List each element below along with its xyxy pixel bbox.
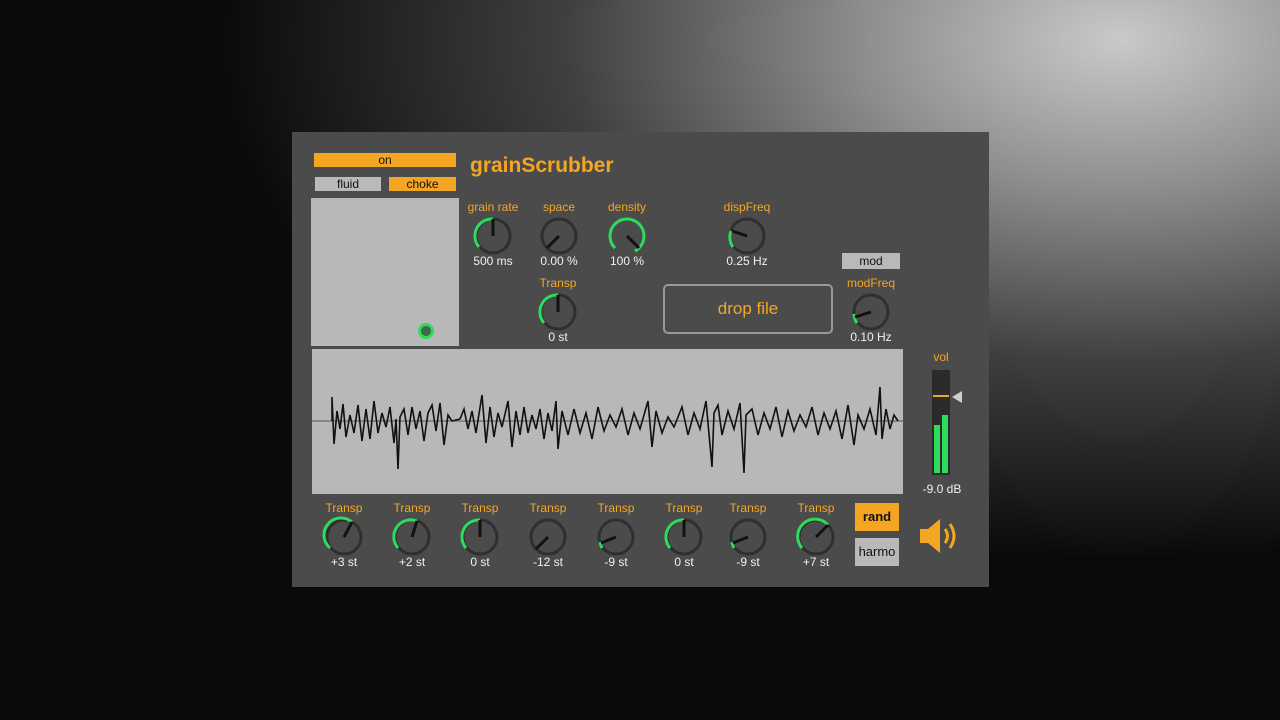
transp-value-1: +3 st	[330, 555, 358, 569]
transp-value-7: -9 st	[736, 555, 760, 569]
xy-pad-handle[interactable]	[418, 323, 434, 339]
transp-value-4: -12 st	[532, 555, 563, 569]
vol-meter[interactable]	[932, 370, 950, 475]
density-value: 100 %	[609, 254, 645, 268]
dispfreq-value: 0.25 Hz	[726, 254, 768, 268]
fluid-toggle[interactable]: fluid	[315, 177, 381, 191]
xy-pad[interactable]	[311, 198, 459, 346]
transp-knob-8[interactable]	[794, 515, 838, 559]
speaker-icon[interactable]	[918, 516, 962, 556]
modfreq-label: modFreq	[846, 276, 896, 290]
transp-label-6: Transp	[665, 501, 703, 515]
transp-value-5: -9 st	[604, 555, 628, 569]
transp-knob-7[interactable]	[726, 515, 770, 559]
app-title: grainScrubber	[470, 154, 614, 177]
transp-value-2: +2 st	[398, 555, 426, 569]
vol-value: -9.0 dB	[922, 482, 962, 496]
transp-knob-5[interactable]	[594, 515, 638, 559]
transp-label-8: Transp	[797, 501, 835, 515]
space-knob[interactable]	[537, 214, 581, 258]
grain-rate-label: grain rate	[467, 200, 519, 214]
modfreq-value: 0.10 Hz	[850, 330, 892, 344]
transp-label-1: Transp	[325, 501, 363, 515]
transp-value-3: 0 st	[470, 555, 490, 569]
waveform-display[interactable]	[312, 349, 903, 494]
grainscrubber-device: on fluid choke grainScrubber grain rate …	[292, 132, 989, 587]
mod-toggle[interactable]: mod	[842, 253, 900, 269]
grain-rate-value: 500 ms	[473, 254, 513, 268]
transp-knob-2[interactable]	[390, 515, 434, 559]
transp-knob-6[interactable]	[662, 515, 706, 559]
transp-label-4: Transp	[529, 501, 567, 515]
dispfreq-knob[interactable]	[725, 214, 769, 258]
transp-label-2: Transp	[393, 501, 431, 515]
choke-toggle[interactable]: choke	[389, 177, 456, 191]
transp-value-8: +7 st	[802, 555, 830, 569]
rand-button[interactable]: rand	[855, 503, 899, 531]
grain-rate-knob[interactable]	[471, 214, 515, 258]
transp-value-6: 0 st	[674, 555, 694, 569]
vol-label: vol	[933, 350, 949, 364]
vol-slider-arrow-icon[interactable]	[952, 390, 962, 408]
transp-knob[interactable]	[536, 290, 580, 334]
modfreq-knob[interactable]	[849, 290, 893, 334]
transp-label-3: Transp	[461, 501, 499, 515]
transp-knob-3[interactable]	[458, 515, 502, 559]
transp-label: Transp	[539, 276, 577, 290]
space-label: space	[542, 200, 576, 214]
transp-knob-1[interactable]	[322, 515, 366, 559]
transp-label-7: Transp	[729, 501, 767, 515]
transp-value: 0 st	[548, 330, 568, 344]
harmo-button[interactable]: harmo	[855, 538, 899, 566]
transp-knob-4[interactable]	[526, 515, 570, 559]
drop-file-area[interactable]: drop file	[663, 284, 833, 334]
density-knob[interactable]	[605, 214, 649, 258]
transp-label-5: Transp	[597, 501, 635, 515]
on-toggle[interactable]: on	[314, 153, 456, 167]
density-label: density	[607, 200, 647, 214]
dispfreq-label: dispFreq	[723, 200, 771, 214]
space-value: 0.00 %	[540, 254, 578, 268]
